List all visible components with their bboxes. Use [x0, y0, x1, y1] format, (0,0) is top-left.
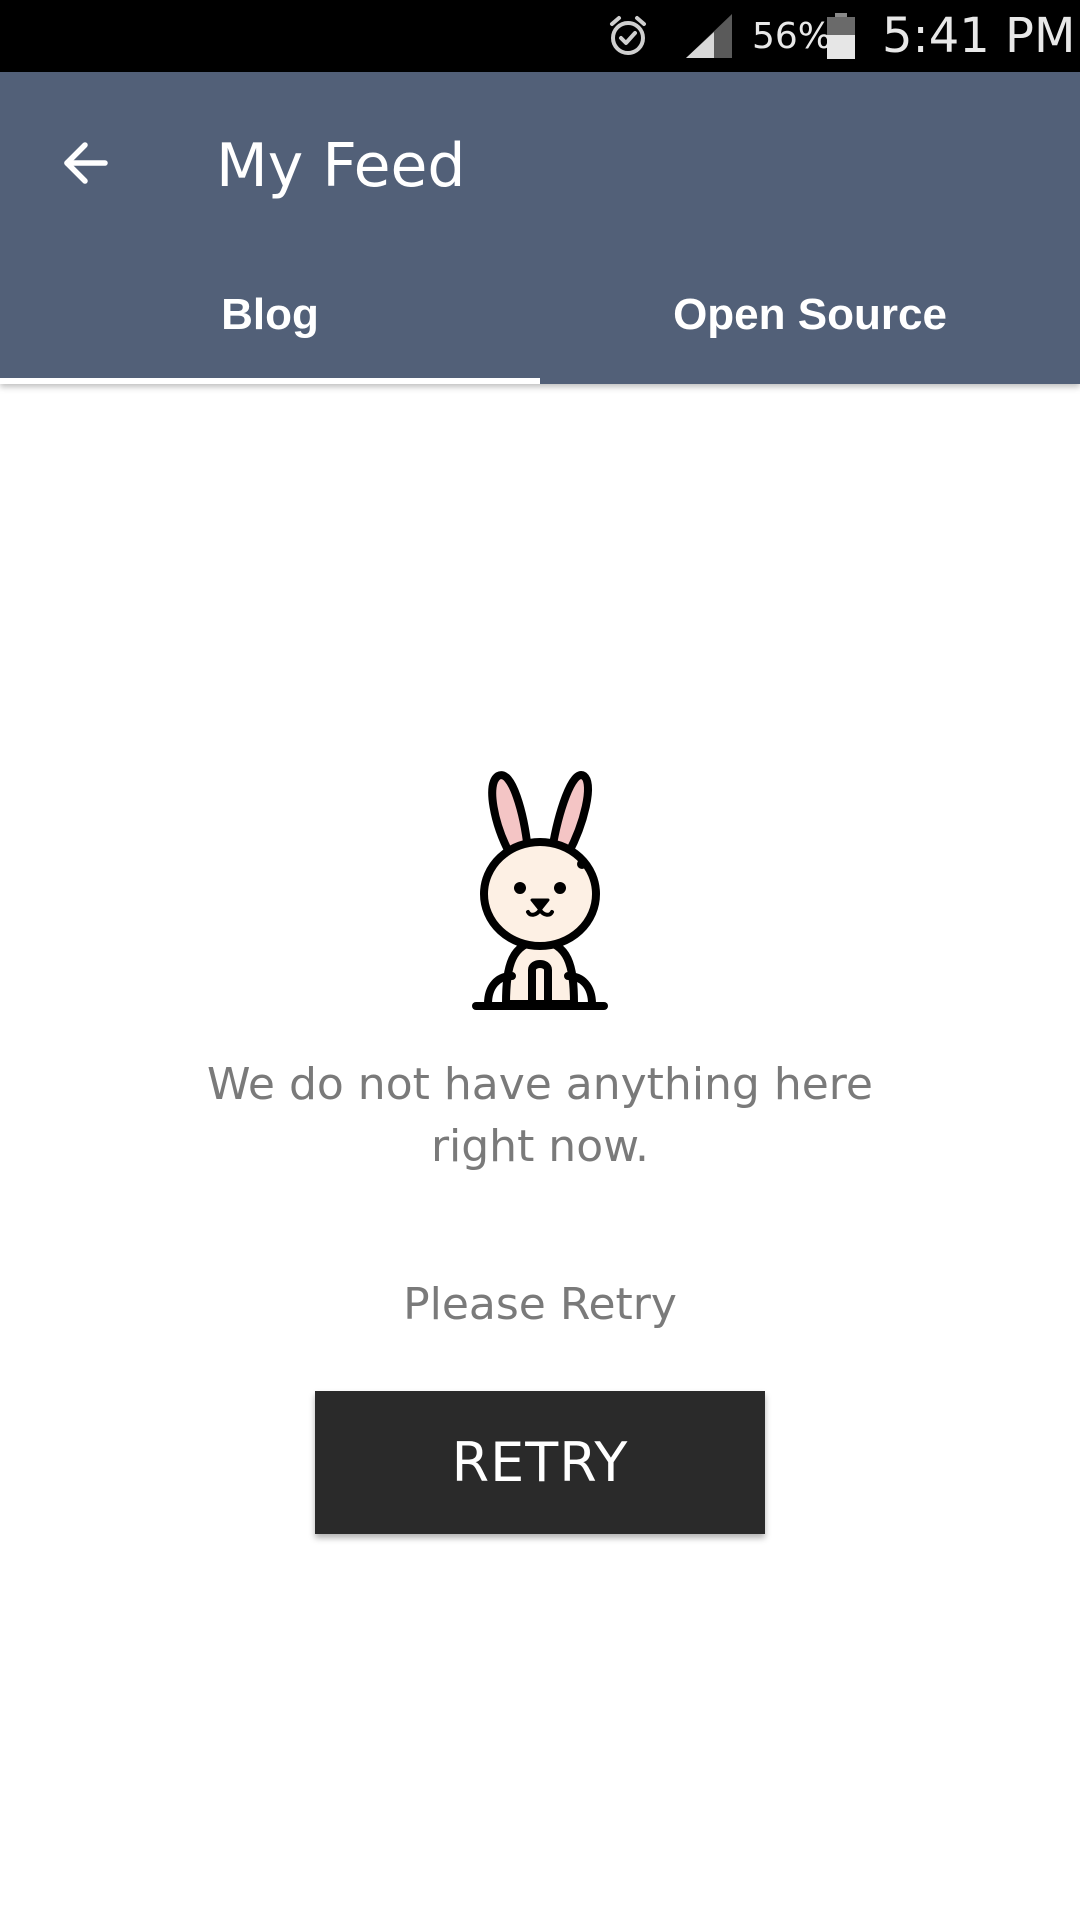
empty-state-message: We do not have anything here right now.	[206, 1059, 873, 1172]
page-title: My Feed	[216, 131, 466, 201]
bunny-icon	[468, 764, 612, 1014]
status-bar: 56% 5:41 PM	[0, 0, 1080, 72]
battery-percent: 56%	[752, 15, 833, 57]
tab-blog[interactable]: Blog	[0, 246, 540, 384]
selected-tab-indicator	[0, 378, 540, 384]
retry-hint: Please Retry	[403, 1279, 677, 1330]
battery-icon	[826, 0, 860, 72]
clock-time: 5:41 PM	[882, 8, 1076, 64]
tab-blog-label: Blog	[221, 290, 319, 339]
app-bar: My Feed Blog Open Source	[0, 72, 1080, 384]
arrow-back-icon	[59, 137, 111, 194]
retry-button[interactable]: RETRY	[315, 1391, 765, 1534]
alarm-clock-icon	[604, 0, 656, 72]
back-button[interactable]	[40, 120, 130, 210]
tab-open-source-label: Open Source	[673, 290, 947, 339]
tab-open-source[interactable]: Open Source	[540, 246, 1080, 384]
cell-signal-icon	[684, 0, 736, 72]
